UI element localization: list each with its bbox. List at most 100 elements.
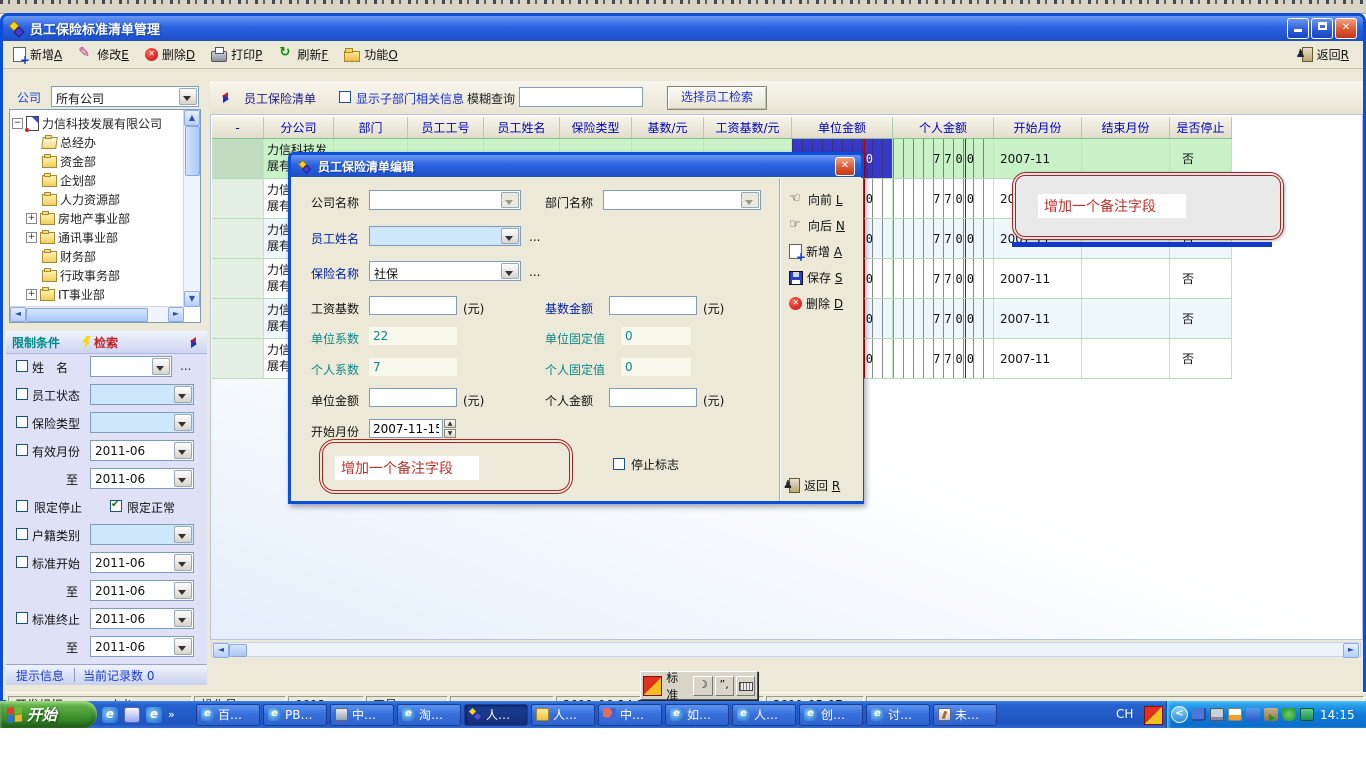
taskbar-task[interactable]: 人…: [464, 704, 528, 726]
taskbar-task[interactable]: 人…: [531, 704, 595, 726]
tree-item[interactable]: +IT事业部: [12, 285, 105, 304]
chevron-down-icon[interactable]: [174, 526, 192, 543]
ime-keyboard-icon[interactable]: [736, 676, 755, 696]
tree-expander-icon[interactable]: +: [26, 289, 37, 300]
tree-expander-icon[interactable]: +: [26, 232, 37, 243]
chevron-down-icon[interactable]: [501, 263, 519, 279]
limit-stopped-checkbox[interactable]: [16, 500, 28, 512]
tree-item[interactable]: 资金部: [12, 152, 96, 171]
filter-combo[interactable]: [90, 412, 194, 433]
chevron-more-icon[interactable]: »: [168, 708, 175, 721]
row-selector-cell[interactable]: [212, 299, 264, 339]
tree-vscroll-thumb[interactable]: [185, 126, 200, 176]
filter-lookup-ellipsis[interactable]: ...: [180, 359, 191, 373]
tree-expander-icon[interactable]: +: [26, 213, 37, 224]
employee-name-select[interactable]: [369, 226, 521, 246]
dialog-close-button[interactable]: ✕: [835, 157, 855, 176]
stop-flag-checkbox[interactable]: [613, 458, 625, 470]
taskbar-task[interactable]: 中…: [330, 704, 394, 726]
close-button[interactable]: ✕: [1335, 18, 1357, 39]
dialog-delete-button[interactable]: 删除 D: [789, 295, 843, 312]
row-selector-cell[interactable]: [212, 259, 264, 299]
shield-tray-icon[interactable]: [1282, 708, 1296, 721]
fuzzy-search-input[interactable]: [519, 87, 643, 107]
filter-combo[interactable]: 2011-06: [90, 552, 194, 573]
toolbar-return-button[interactable]: 返回R: [1302, 46, 1349, 63]
tree-expander-icon[interactable]: −: [12, 118, 23, 129]
ime-tray-icon[interactable]: [1144, 706, 1163, 725]
media-player-icon[interactable]: [124, 707, 140, 723]
tree-item[interactable]: +房地产事业部: [12, 209, 130, 228]
insurance-lookup-ellipsis[interactable]: ...: [529, 265, 540, 279]
mon-tray-icon[interactable]: [1210, 708, 1224, 721]
filter-checkbox[interactable]: [16, 444, 28, 456]
tree-item[interactable]: 财务部: [12, 247, 96, 266]
box-tray-icon[interactable]: [1300, 708, 1314, 721]
filter-combo[interactable]: 2011-06: [90, 440, 194, 461]
filter-checkbox[interactable]: [16, 556, 28, 568]
ime-punctuation-icon[interactable]: ”,: [715, 676, 734, 696]
tree-item[interactable]: +通讯事业部: [12, 228, 118, 247]
minimize-button[interactable]: [1287, 18, 1309, 39]
insurance-name-select[interactable]: 社保: [369, 261, 521, 281]
dialog-next-button[interactable]: 向后 N: [789, 217, 845, 234]
column-header[interactable]: 开始月份: [994, 117, 1082, 139]
column-header[interactable]: 结束月份: [1082, 117, 1170, 139]
filter-combo[interactable]: 2011-06: [90, 608, 194, 629]
filter-combo[interactable]: [90, 384, 194, 405]
language-indicator[interactable]: CH: [1116, 707, 1133, 721]
tree-vertical-scrollbar[interactable]: ▲ ▼: [183, 110, 200, 307]
db-tray-icon[interactable]: [1264, 708, 1278, 721]
ime-mode-label[interactable]: 标准: [664, 669, 691, 703]
net-tray-icon[interactable]: [1192, 708, 1206, 721]
dialog-add-button[interactable]: 新增 A: [789, 243, 842, 260]
filter-combo[interactable]: 2011-06: [90, 468, 194, 489]
limit-normal-checkbox[interactable]: [110, 500, 122, 512]
column-header[interactable]: 部门: [334, 117, 408, 139]
scroll-left-icon[interactable]: ◄: [10, 307, 26, 322]
personal-amount-input[interactable]: [609, 388, 697, 407]
select-employee-search-button[interactable]: 选择员工检索: [667, 86, 767, 110]
column-header[interactable]: 是否停止: [1170, 117, 1232, 139]
dialog-prev-button[interactable]: 向前 L: [789, 191, 843, 208]
spin-down-icon[interactable]: ▼: [444, 429, 456, 438]
tree-horizontal-scrollbar[interactable]: ◄ ►: [10, 306, 184, 322]
taskbar-task[interactable]: e创…: [799, 704, 863, 726]
column-header[interactable]: 保险类型: [560, 117, 632, 139]
dialog-save-button[interactable]: 保存 S: [789, 269, 842, 286]
scroll-right-icon[interactable]: ►: [1343, 643, 1359, 658]
chevron-down-icon[interactable]: [174, 414, 192, 431]
filter-checkbox[interactable]: [16, 388, 28, 400]
ie-icon[interactable]: e: [102, 707, 118, 723]
doc-tray-icon[interactable]: [1228, 708, 1242, 721]
swap-panel-icon[interactable]: [218, 91, 233, 103]
filter-checkbox[interactable]: [16, 360, 28, 372]
toolbar-button-o[interactable]: 功能O: [344, 46, 397, 63]
show-sub-departments-checkbox[interactable]: [339, 91, 351, 103]
filter-combo[interactable]: 2011-06: [90, 580, 194, 601]
start-month-input[interactable]: [369, 419, 443, 438]
row-selector-cell[interactable]: [212, 139, 264, 179]
table-horizontal-scrollbar[interactable]: ◄ ►: [211, 642, 1361, 657]
taskbar-task[interactable]: e淘…: [397, 704, 461, 726]
row-selector-cell[interactable]: [212, 219, 264, 259]
column-header[interactable]: 员工姓名: [484, 117, 560, 139]
chevron-down-icon[interactable]: [179, 88, 197, 105]
row-selector-cell[interactable]: [212, 179, 264, 219]
filter-checkbox[interactable]: [16, 416, 28, 428]
maximize-button[interactable]: [1311, 18, 1333, 39]
scroll-down-icon[interactable]: ▼: [184, 291, 200, 307]
taskbar-task[interactable]: e讨…: [866, 704, 930, 726]
start-button[interactable]: 开始: [0, 701, 97, 728]
browser-icon[interactable]: e: [146, 707, 162, 723]
taskbar-task[interactable]: e人…: [732, 704, 796, 726]
chevron-down-icon[interactable]: [501, 228, 519, 244]
tree-item[interactable]: −力信科技发展有限公司: [12, 114, 162, 133]
company-name-select[interactable]: [369, 190, 521, 210]
employee-lookup-ellipsis[interactable]: ...: [529, 230, 540, 244]
column-header[interactable]: -: [212, 117, 264, 139]
toolbar-button-e[interactable]: 修改E: [78, 46, 129, 63]
column-header[interactable]: 单位金额: [792, 117, 893, 139]
toolbar-button-p[interactable]: 打印P: [211, 46, 262, 63]
scroll-up-icon[interactable]: ▲: [184, 110, 200, 126]
